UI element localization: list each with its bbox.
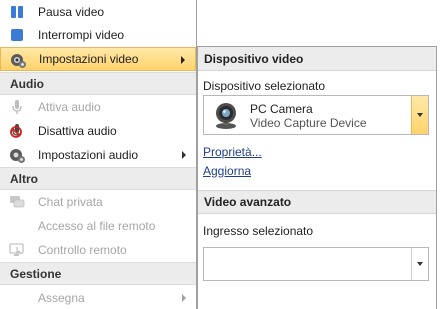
video-settings-panel: Dispositivo video Dispositivo selezionat…: [197, 46, 437, 309]
device-name: PC Camera: [250, 102, 313, 116]
camera-settings-icon: [9, 51, 27, 69]
submenu-arrow-icon: [181, 56, 185, 64]
remote-control-icon: [8, 241, 26, 259]
refresh-link[interactable]: Aggiorna: [203, 164, 251, 178]
menu-item-enable-audio[interactable]: Attiva audio: [0, 95, 196, 119]
menu-item-label: Controllo remoto: [38, 243, 127, 257]
context-menu: Pausa video Interrompi video Impostazion…: [0, 0, 197, 309]
audio-settings-icon: [8, 146, 26, 164]
submenu-arrow-icon: [182, 151, 186, 159]
stop-icon: [8, 26, 26, 44]
section-header-other: Altro: [0, 167, 196, 190]
menu-item-private-chat[interactable]: Chat privata: [0, 190, 196, 214]
menu-item-label: Assegna: [38, 291, 85, 305]
panel-header-advanced-video: Video avanzato: [198, 190, 436, 214]
menu-item-label: Accesso al file remoto: [38, 219, 156, 233]
menu-item-assign[interactable]: Assegna: [0, 286, 196, 309]
device-type: Video Capture Device: [250, 116, 367, 130]
menu-item-disable-audio[interactable]: Disattiva audio: [0, 119, 196, 143]
microphone-icon: [8, 98, 26, 116]
submenu-arrow-icon: [182, 294, 186, 302]
menu-item-label: Disattiva audio: [38, 124, 117, 138]
menu-item-label: Impostazioni video: [39, 52, 139, 66]
pause-icon: [8, 3, 26, 21]
chat-icon: [8, 193, 26, 211]
menu-item-label: Pausa video: [38, 5, 105, 19]
menu-item-remote-control[interactable]: Controllo remoto: [0, 238, 196, 262]
dropdown-arrow-icon[interactable]: [411, 96, 428, 134]
selected-device-label: Dispositivo selezionato: [203, 79, 326, 93]
menu-item-label: Interrompi video: [38, 28, 125, 42]
input-select[interactable]: [203, 247, 429, 281]
webcam-icon: [211, 102, 241, 133]
menu-item-label: Chat privata: [38, 195, 103, 209]
menu-item-pause-video[interactable]: Pausa video: [0, 0, 196, 24]
section-header-audio: Audio: [0, 72, 196, 95]
menu-item-stop-video[interactable]: Interrompi video: [0, 23, 196, 47]
menu-item-label: Impostazioni audio: [38, 148, 139, 162]
panel-header-video-device: Dispositivo video: [198, 47, 436, 71]
menu-item-remote-file-access[interactable]: Accesso al file remoto: [0, 214, 196, 238]
menu-item-label: Attiva audio: [38, 100, 101, 114]
section-header-management: Gestione: [0, 262, 196, 285]
device-select[interactable]: PC Camera Video Capture Device: [203, 95, 429, 135]
menu-item-video-settings[interactable]: Impostazioni video: [0, 47, 196, 71]
selected-input-label: Ingresso selezionato: [203, 224, 314, 238]
microphone-muted-icon: [8, 122, 26, 140]
dropdown-arrow-icon[interactable]: [411, 248, 428, 280]
menu-item-audio-settings[interactable]: Impostazioni audio: [0, 143, 196, 167]
properties-link[interactable]: Proprietà...: [203, 145, 262, 159]
